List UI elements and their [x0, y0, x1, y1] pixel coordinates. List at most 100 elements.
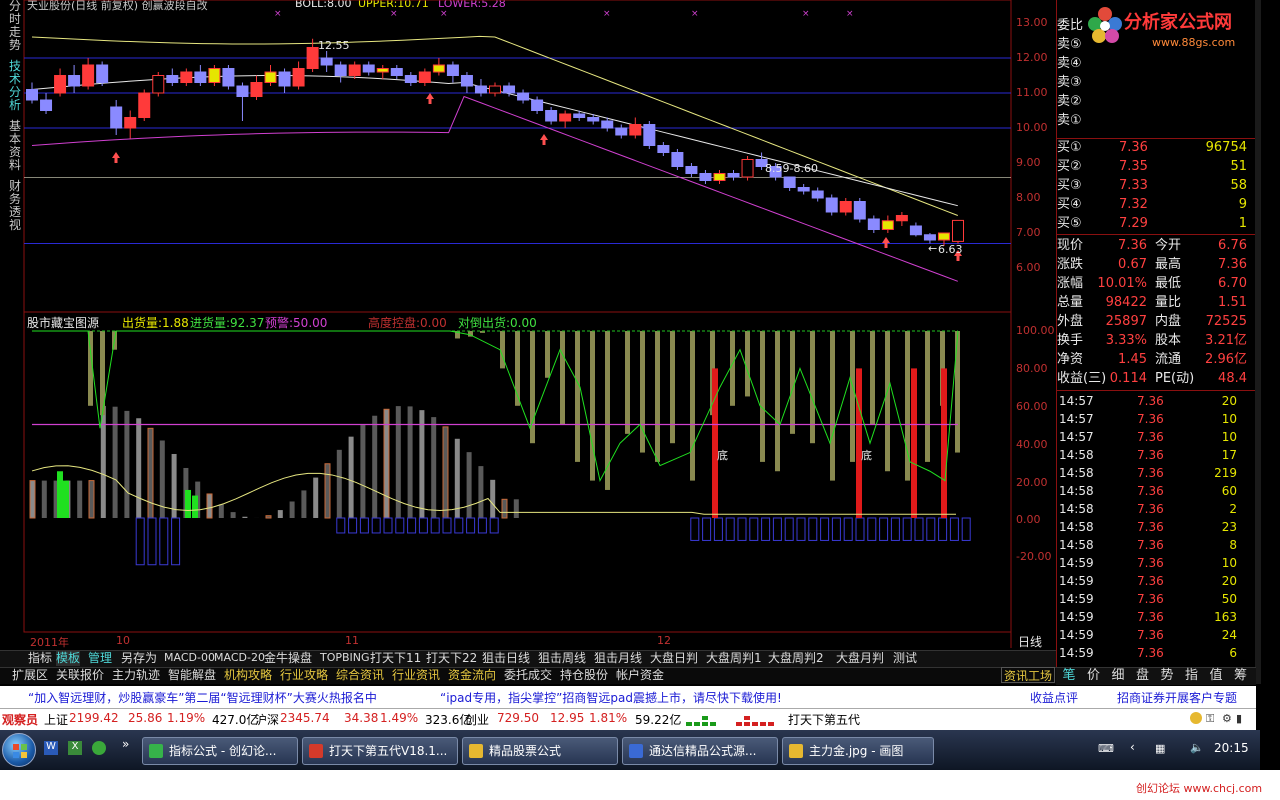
news-item[interactable]: “ipad专用，指尖掌控”招商智远pad震撼上市，请尽快下载使用! [440, 689, 782, 706]
right-tab[interactable]: 笔 [1058, 668, 1080, 684]
bottom-mark: 底 [717, 449, 728, 462]
toolbar-item[interactable]: 测试 [893, 650, 917, 666]
sz-label: 沪深 [255, 713, 280, 727]
toolbar-item[interactable]: 狙击周线 [538, 650, 586, 666]
period-label[interactable]: 日线 [1018, 633, 1042, 650]
quote-value: 3.33% [1105, 333, 1147, 348]
time-month: 12 [657, 634, 671, 647]
toolbar-item[interactable]: TOPBING [320, 650, 370, 666]
sell-row[interactable]: 委比 [1057, 16, 1251, 35]
sell-row[interactable]: 卖① [1057, 111, 1251, 130]
toolbar-item[interactable]: 指标 [28, 650, 52, 666]
up-arrow-icon [540, 134, 548, 145]
quote-label: 涨幅 [1057, 276, 1084, 291]
ext-item[interactable]: 主力轨迹 [112, 667, 160, 683]
right-tab[interactable]: 筹 [1230, 668, 1252, 684]
ext-item[interactable]: 帐户资金 [616, 667, 664, 683]
quote-value: 6.76 [1218, 238, 1247, 253]
start-button[interactable] [2, 733, 36, 767]
taskbar-button[interactable]: 指标公式 - 创幻论... [142, 737, 298, 765]
sell-label: 卖③ [1057, 75, 1082, 90]
sh-change: 25.86 [128, 711, 163, 725]
right-tab[interactable]: 势 [1156, 668, 1178, 684]
quote-value: 72525 [1205, 314, 1247, 329]
volume-icon[interactable]: 🔈 [1190, 741, 1204, 754]
toolbar-item[interactable]: 打天下11 [370, 650, 421, 666]
toolbar-item[interactable]: 金牛操盘 [264, 650, 312, 666]
right-tab[interactable]: 价 [1083, 668, 1105, 684]
ext-item[interactable]: 持仓股份 [560, 667, 608, 683]
chevron-left-icon[interactable]: ‹ [1130, 740, 1135, 754]
taskbar-label: 精品股票公式 [489, 744, 562, 758]
buy-row[interactable]: 买① 7.36 96754 [1057, 138, 1251, 157]
keyboard-icon[interactable]: ⌨ [1098, 742, 1114, 755]
quote-value: 48.4 [1218, 371, 1247, 386]
ext-item[interactable]: 机构攻略 [224, 667, 272, 683]
excel-icon[interactable]: X [68, 741, 82, 755]
news-item[interactable]: 收益点评 [1030, 689, 1078, 706]
tick-volume: 20 [1221, 394, 1237, 408]
ext-item[interactable]: 智能解盘 [168, 667, 216, 683]
taskbar-label: 指标公式 - 创幻论... [169, 744, 277, 758]
quote-label: 量比 [1155, 295, 1182, 310]
ext-item[interactable]: 行业资讯 [392, 667, 440, 683]
word-icon[interactable]: W [44, 741, 58, 755]
toolbar-item[interactable]: MACD-20 [214, 650, 265, 666]
quote-value: 10.01% [1097, 276, 1147, 291]
x-marker: × [440, 9, 448, 19]
ext-item[interactable]: 委托成交 [504, 667, 552, 683]
toolbar-item[interactable]: 狙击月线 [594, 650, 642, 666]
browser-icon[interactable] [92, 741, 106, 755]
ext-item[interactable]: 扩展区 [12, 667, 48, 683]
buy-row[interactable]: 买⑤ 7.29 1 [1057, 214, 1251, 233]
info-workshop-button[interactable]: 资讯工场 [1001, 667, 1056, 683]
taskbar-button[interactable]: 打天下第五代V18.1... [302, 737, 458, 765]
toolbar-item[interactable]: 另存为 [121, 650, 157, 666]
toolbar-item[interactable]: 管理 [88, 650, 112, 666]
buy-price: 7.32 [1119, 197, 1148, 212]
ext-item[interactable]: 关联报价 [56, 667, 104, 683]
indicator-out: 出货量:1.88 [122, 316, 189, 330]
tick-price: 7.36 [1137, 556, 1164, 570]
gear-icon: ⚙ [1222, 712, 1232, 725]
news-item[interactable]: 招商证券开展客户专题 [1117, 689, 1255, 706]
toolbar-item[interactable]: 大盘周判1 [706, 650, 762, 666]
buy-row[interactable]: 买③ 7.33 58 [1057, 176, 1251, 195]
ext-item[interactable]: 行业攻略 [280, 667, 328, 683]
observer-label[interactable]: 观察员 [2, 711, 38, 728]
right-tab[interactable]: 指 [1181, 668, 1203, 684]
taskbar-button[interactable]: 主力金.jpg - 画图 [782, 737, 934, 765]
toolbar-item[interactable]: 大盘日判 [650, 650, 698, 666]
tick-time: 14:58 [1059, 466, 1094, 480]
indicator-tick: 20.00 [1016, 476, 1048, 489]
right-tab[interactable]: 盘 [1132, 668, 1154, 684]
clock[interactable]: 20:15 [1214, 741, 1249, 755]
ext-item[interactable]: 资金流向 [448, 667, 496, 683]
cy-amount: 59.22亿 [635, 713, 682, 727]
tick-time: 14:58 [1059, 484, 1094, 498]
right-tab[interactable]: 细 [1107, 668, 1129, 684]
news-item[interactable]: “加入智远理财，炒股赢豪车”第二届“智远理财杯”大赛火热报名中 [28, 689, 377, 706]
tick-price: 7.36 [1137, 394, 1164, 408]
toolbar-item[interactable]: 大盘周判2 [768, 650, 824, 666]
sell-row[interactable]: 卖③ [1057, 73, 1251, 92]
toolbar-item[interactable]: 大盘月判 [836, 650, 884, 666]
key-icon: ⚿ [1206, 712, 1215, 725]
network-icon[interactable]: ▦ [1155, 742, 1165, 755]
sell-row[interactable]: 卖④ [1057, 54, 1251, 73]
sell-row[interactable]: 卖② [1057, 92, 1251, 111]
buy-row[interactable]: 买② 7.35 51 [1057, 157, 1251, 176]
chevron-icon[interactable]: » [122, 737, 129, 751]
toolbar-item[interactable]: 打天下22 [426, 650, 477, 666]
taskbar-button[interactable]: 通达信精品公式源... [622, 737, 778, 765]
panel-scrollbar[interactable] [1255, 0, 1261, 684]
sell-row[interactable]: 卖⑤ [1057, 35, 1251, 54]
toolbar-item[interactable]: 狙击日线 [482, 650, 530, 666]
toolbar-item[interactable]: 模板 [56, 650, 81, 666]
formula-name[interactable]: 打天下第五代 [788, 711, 860, 728]
taskbar-button[interactable]: 精品股票公式 [462, 737, 618, 765]
toolbar-item[interactable]: MACD-00 [164, 650, 215, 666]
right-tab[interactable]: 值 [1205, 668, 1227, 684]
ext-item[interactable]: 综合资讯 [336, 667, 384, 683]
buy-row[interactable]: 买④ 7.32 9 [1057, 195, 1251, 214]
